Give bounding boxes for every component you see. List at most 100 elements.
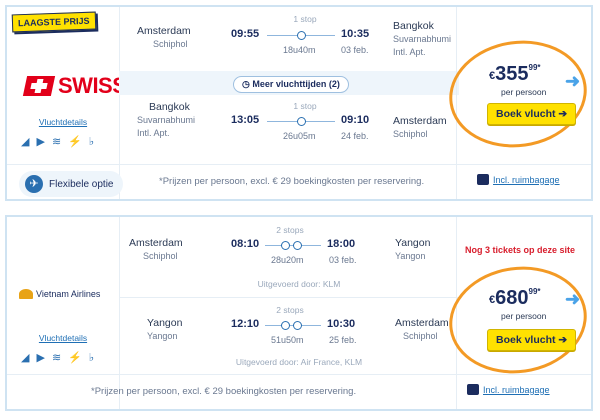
arrival-city: Yangon Yangon — [395, 237, 430, 263]
book-flight-button[interactable]: Boek vlucht ➔ — [487, 103, 577, 125]
arrival-date: 03 feb. — [329, 255, 357, 265]
arrival-date: 24 feb. — [341, 131, 369, 141]
baggage-link[interactable]: Incl. ruimbagage — [477, 174, 560, 185]
stop-dot — [297, 117, 306, 126]
inbound-segment: Yangon Yangon 2 stops 12:10 10:30 51u50m… — [119, 297, 459, 375]
airport-name: Schiphol — [153, 39, 188, 49]
city-name: Amsterdam — [395, 317, 449, 329]
duration: 18u40m — [283, 45, 316, 55]
flight-timeline — [265, 240, 321, 252]
price: €68099* — [489, 287, 541, 310]
plane-icon: ✈ — [25, 175, 43, 193]
duration: 26u05m — [283, 131, 316, 141]
departure-city: Amsterdam Schiphol — [129, 237, 183, 263]
city-name: Yangon — [147, 317, 183, 329]
entertainment-icon: ▶ — [36, 136, 45, 148]
price-footnote: *Prijzen per persoon, excl. € 29 boeking… — [159, 176, 425, 187]
suitcase-icon — [467, 384, 479, 395]
flexible-option-label: Flexibele optie — [49, 178, 114, 190]
meal-icon: ♭ — [88, 136, 95, 148]
card-footer: ✈ Flexibele optie *Prijzen per persoon, … — [7, 164, 591, 199]
departure-city: Bangkok Suvarnabhumi Intl. Apt. — [137, 101, 199, 140]
airline-name: Vietnam Airlines — [36, 289, 101, 299]
duration: 28u20m — [271, 255, 304, 265]
airport-name: Schiphol — [403, 331, 438, 341]
city-name: Amsterdam — [137, 25, 191, 37]
airport-name: Suvarnabhumi Intl. Apt. — [137, 115, 196, 138]
flight-details-link[interactable]: Vluchtdetails — [7, 333, 119, 343]
flight-timeline — [267, 30, 335, 42]
stop-dot — [281, 321, 290, 330]
airport-name: Schiphol — [393, 129, 428, 139]
outbound-segment: Amsterdam Schiphol 2 stops 08:10 18:00 2… — [119, 217, 459, 297]
departure-city: Amsterdam Schiphol — [137, 25, 191, 51]
departure-city: Yangon Yangon — [147, 317, 182, 343]
operated-by: Uitgevoerd door: Air France, KLM — [235, 357, 363, 367]
suitcase-icon — [477, 174, 489, 185]
swiss-logo: SWISS — [22, 73, 127, 99]
lowest-price-badge: LAAGSTE PRIJS — [11, 11, 96, 33]
airport-name: Yangon — [395, 251, 426, 261]
flight-timeline — [267, 116, 335, 128]
amenity-icons: ◢ ▶ ≋ ⚡ ♭ — [21, 351, 94, 364]
price-cents: 99* — [528, 63, 541, 72]
flight-details-link[interactable]: Vluchtdetails — [7, 117, 119, 127]
arrival-city: Amsterdam Schiphol — [393, 115, 447, 141]
airport-name: Yangon — [147, 331, 178, 341]
city-name: Amsterdam — [129, 237, 183, 249]
stop-dot — [293, 241, 302, 250]
arrival-time: 10:35 — [341, 28, 370, 40]
baggage-label: Incl. ruimbagage — [493, 174, 560, 185]
airport-name: Suvarnabhumi Intl. Apt. — [393, 34, 452, 57]
seat-icon: ◢ — [21, 136, 30, 148]
arrow-right-icon[interactable]: ➜ — [565, 289, 580, 310]
flight-result-card-2: Vietnam Airlines Vluchtdetails ◢ ▶ ≋ ⚡ ♭… — [5, 215, 594, 411]
stop-dot — [281, 241, 290, 250]
wifi-icon: ≋ — [51, 352, 62, 364]
stops-label: 2 stops — [276, 225, 304, 235]
stop-dot — [293, 321, 302, 330]
clock-icon: ◷ — [242, 79, 250, 89]
per-person-label: per persoon — [501, 311, 547, 321]
seat-icon: ◢ — [21, 352, 30, 364]
arrival-time: 10:30 — [327, 318, 356, 330]
more-flight-times-button[interactable]: ◷ Meer vluchttijden (2) — [233, 76, 349, 93]
arrival-city: Bangkok Suvarnabhumi Intl. Apt. — [393, 20, 457, 59]
city-name: Amsterdam — [393, 115, 447, 127]
per-person-label: per persoon — [501, 87, 547, 97]
baggage-link[interactable]: Incl. ruimbagage — [467, 384, 550, 395]
vietnam-airlines-logo: Vietnam Airlines — [19, 289, 100, 299]
flexible-option-button[interactable]: ✈ Flexibele optie — [19, 171, 124, 197]
stop-dot — [297, 31, 306, 40]
power-icon: ⚡ — [68, 352, 82, 364]
city-name: Yangon — [395, 237, 431, 249]
entertainment-icon: ▶ — [36, 352, 45, 364]
price-amount: 355 — [495, 63, 529, 85]
city-name: Bangkok — [149, 101, 190, 113]
arrival-city: Amsterdam Schiphol — [395, 317, 449, 343]
departure-time: 09:55 — [231, 28, 260, 40]
arrival-time: 09:10 — [341, 114, 370, 126]
operated-by: Uitgevoerd door: KLM — [257, 279, 341, 289]
flight-timeline — [265, 320, 321, 332]
price: €35599* — [489, 63, 541, 86]
book-flight-button[interactable]: Boek vlucht ➔ — [487, 329, 577, 351]
departure-time: 08:10 — [231, 238, 260, 250]
departure-time: 13:05 — [231, 114, 260, 126]
outbound-segment: Amsterdam Schiphol 1 stop 09:55 10:35 18… — [119, 7, 459, 71]
card-footer: *Prijzen per persoon, excl. € 29 boeking… — [7, 374, 591, 409]
price-amount: 680 — [495, 287, 529, 309]
wifi-icon: ≋ — [51, 136, 62, 148]
meal-icon: ♭ — [88, 352, 95, 364]
swiss-flag-icon — [22, 76, 56, 96]
stops-label: 1 stop — [293, 101, 317, 111]
arrival-time: 18:00 — [327, 238, 356, 250]
power-icon: ⚡ — [68, 136, 82, 148]
city-name: Bangkok — [393, 20, 434, 32]
price-cents: 99* — [528, 287, 541, 296]
arrival-date: 25 feb. — [329, 335, 357, 345]
arrow-right-icon[interactable]: ➜ — [565, 71, 580, 92]
tickets-left-alert: Nog 3 tickets op deze site — [465, 245, 576, 255]
stops-label: 2 stops — [276, 305, 304, 315]
airport-name: Schiphol — [143, 251, 178, 261]
